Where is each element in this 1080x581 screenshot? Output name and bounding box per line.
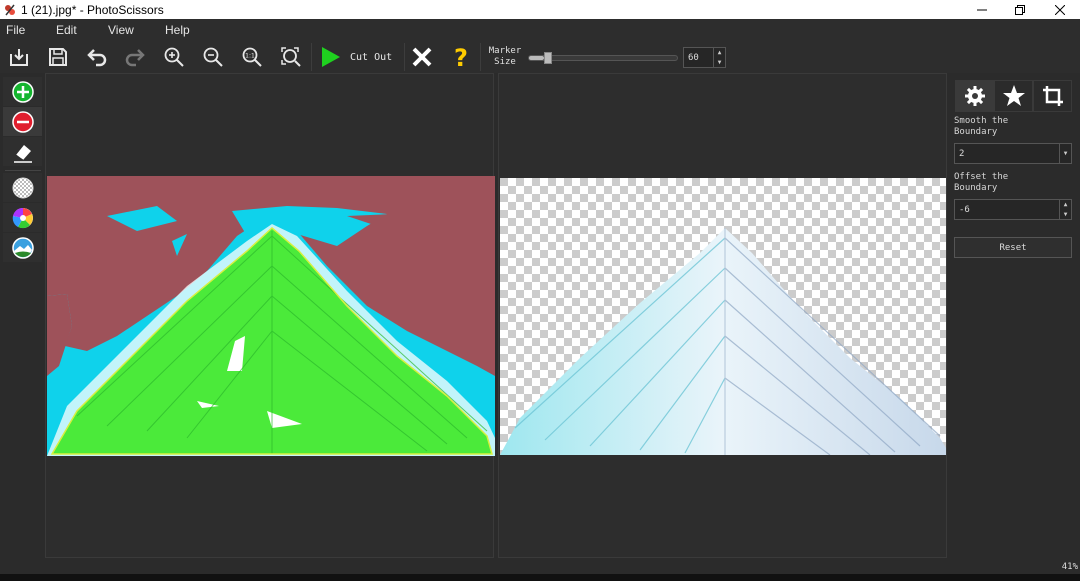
svg-text:?: ? xyxy=(454,45,468,69)
edit-canvas-pane[interactable] xyxy=(45,73,495,558)
toolbar-separator xyxy=(311,43,312,71)
offset-boundary-label: Offset the Boundary xyxy=(954,172,1008,194)
color-wheel-icon xyxy=(12,207,33,228)
crop-icon xyxy=(1042,86,1063,106)
smooth-boundary-label: Smooth the Boundary xyxy=(954,116,1008,138)
undo-icon xyxy=(87,49,107,67)
minimize-icon xyxy=(977,9,987,10)
reset-button[interactable]: Reset xyxy=(954,237,1072,258)
clear-x-icon xyxy=(412,47,432,67)
marker-size-spinbox[interactable]: 60 ▲ ▼ xyxy=(683,47,726,68)
marker-size-value: 60 xyxy=(688,52,699,63)
marked-image[interactable] xyxy=(47,176,495,456)
menu-file[interactable]: File xyxy=(6,23,25,37)
save-icon xyxy=(49,48,67,66)
fit-to-window-icon xyxy=(281,47,301,67)
result-canvas-pane[interactable] xyxy=(498,73,947,558)
settings-panel: Smooth the Boundary 2 ▼ Offset the Bound… xyxy=(948,73,1080,558)
actual-size-button[interactable]: 1:1 xyxy=(238,43,266,71)
close-window-button[interactable] xyxy=(1040,0,1080,19)
toolbar-separator xyxy=(480,43,481,71)
redo-icon xyxy=(125,49,145,67)
chevron-down-icon: ▼ xyxy=(1059,144,1071,163)
marker-size-slider[interactable] xyxy=(528,52,678,64)
eraser-icon xyxy=(13,144,32,163)
fit-to-window-button[interactable] xyxy=(277,43,305,71)
zoom-out-icon xyxy=(203,47,223,67)
remove-circle-icon xyxy=(11,110,34,133)
color-background-tool[interactable] xyxy=(3,203,42,232)
smooth-label-line1: Smooth the xyxy=(954,116,1009,126)
landscape-icon xyxy=(11,236,34,259)
tool-separator xyxy=(5,170,41,171)
menu-view[interactable]: View xyxy=(108,23,134,37)
marker-label-line2: Size xyxy=(494,57,516,67)
open-file-icon xyxy=(10,49,28,66)
clear-button[interactable] xyxy=(408,43,436,71)
zoom-in-icon xyxy=(164,47,184,67)
zoom-in-button[interactable] xyxy=(160,43,188,71)
cut-out-button[interactable]: Cut Out xyxy=(314,43,404,71)
eraser-tool[interactable] xyxy=(3,137,42,166)
title-bar: 1 (21).jpg* - PhotoScissors xyxy=(0,0,1080,19)
spin-arrows[interactable]: ▲ ▼ xyxy=(1059,200,1071,219)
undo-button[interactable] xyxy=(83,43,111,71)
keep-marker-tool[interactable] xyxy=(3,77,42,106)
svg-text:1:1: 1:1 xyxy=(245,53,255,60)
slider-thumb[interactable] xyxy=(544,52,552,64)
slider-fill xyxy=(529,56,544,60)
zoom-level: 41% xyxy=(1061,562,1078,572)
minimize-button[interactable] xyxy=(962,0,1002,19)
cutout-result-image xyxy=(500,178,946,455)
smooth-boundary-select[interactable]: 2 ▼ xyxy=(954,143,1072,164)
menu-edit[interactable]: Edit xyxy=(56,23,77,37)
checker-circle-icon xyxy=(12,177,33,198)
left-toolbox xyxy=(3,75,43,265)
os-taskbar xyxy=(0,574,1080,581)
spin-arrows[interactable]: ▲ ▼ xyxy=(713,48,725,67)
cut-out-label: Cut Out xyxy=(350,51,393,63)
zoom-out-button[interactable] xyxy=(199,43,227,71)
gear-icon xyxy=(964,86,985,106)
offset-value: -6 xyxy=(959,204,970,215)
marker-size-label: Marker Size xyxy=(486,46,524,68)
smooth-value: 2 xyxy=(959,148,965,159)
menu-help[interactable]: Help xyxy=(165,23,190,37)
transparent-background-tool[interactable] xyxy=(3,173,42,202)
play-icon xyxy=(322,47,340,67)
toolbar-separator xyxy=(404,43,405,71)
add-circle-icon xyxy=(11,80,34,103)
tab-effects[interactable] xyxy=(994,80,1033,112)
open-button[interactable] xyxy=(5,43,33,71)
status-bar: 41% xyxy=(0,558,1080,574)
save-button[interactable] xyxy=(44,43,72,71)
offset-label-line1: Offset the xyxy=(954,172,1009,182)
image-background-tool[interactable] xyxy=(3,233,42,262)
close-icon xyxy=(1055,4,1065,15)
marker-label-line1: Marker xyxy=(488,46,522,56)
help-button[interactable]: ? xyxy=(447,43,475,71)
window-title: 1 (21).jpg* - PhotoScissors xyxy=(21,2,164,17)
tab-settings[interactable] xyxy=(955,80,994,112)
redo-button[interactable] xyxy=(121,43,149,71)
remove-marker-tool[interactable] xyxy=(3,107,42,136)
tab-crop[interactable] xyxy=(1033,80,1072,112)
smooth-label-line2: Boundary xyxy=(954,127,998,137)
offset-label-line2: Boundary xyxy=(954,183,998,193)
actual-size-icon: 1:1 xyxy=(242,47,262,67)
question-icon: ? xyxy=(454,45,468,69)
star-icon xyxy=(1002,85,1025,106)
app-icon xyxy=(5,4,15,15)
restore-icon xyxy=(1015,4,1025,15)
offset-boundary-spinbox[interactable]: -6 ▲ ▼ xyxy=(954,199,1072,220)
menu-bar: File Edit View Help xyxy=(0,19,1080,41)
restore-button[interactable] xyxy=(1000,0,1040,19)
